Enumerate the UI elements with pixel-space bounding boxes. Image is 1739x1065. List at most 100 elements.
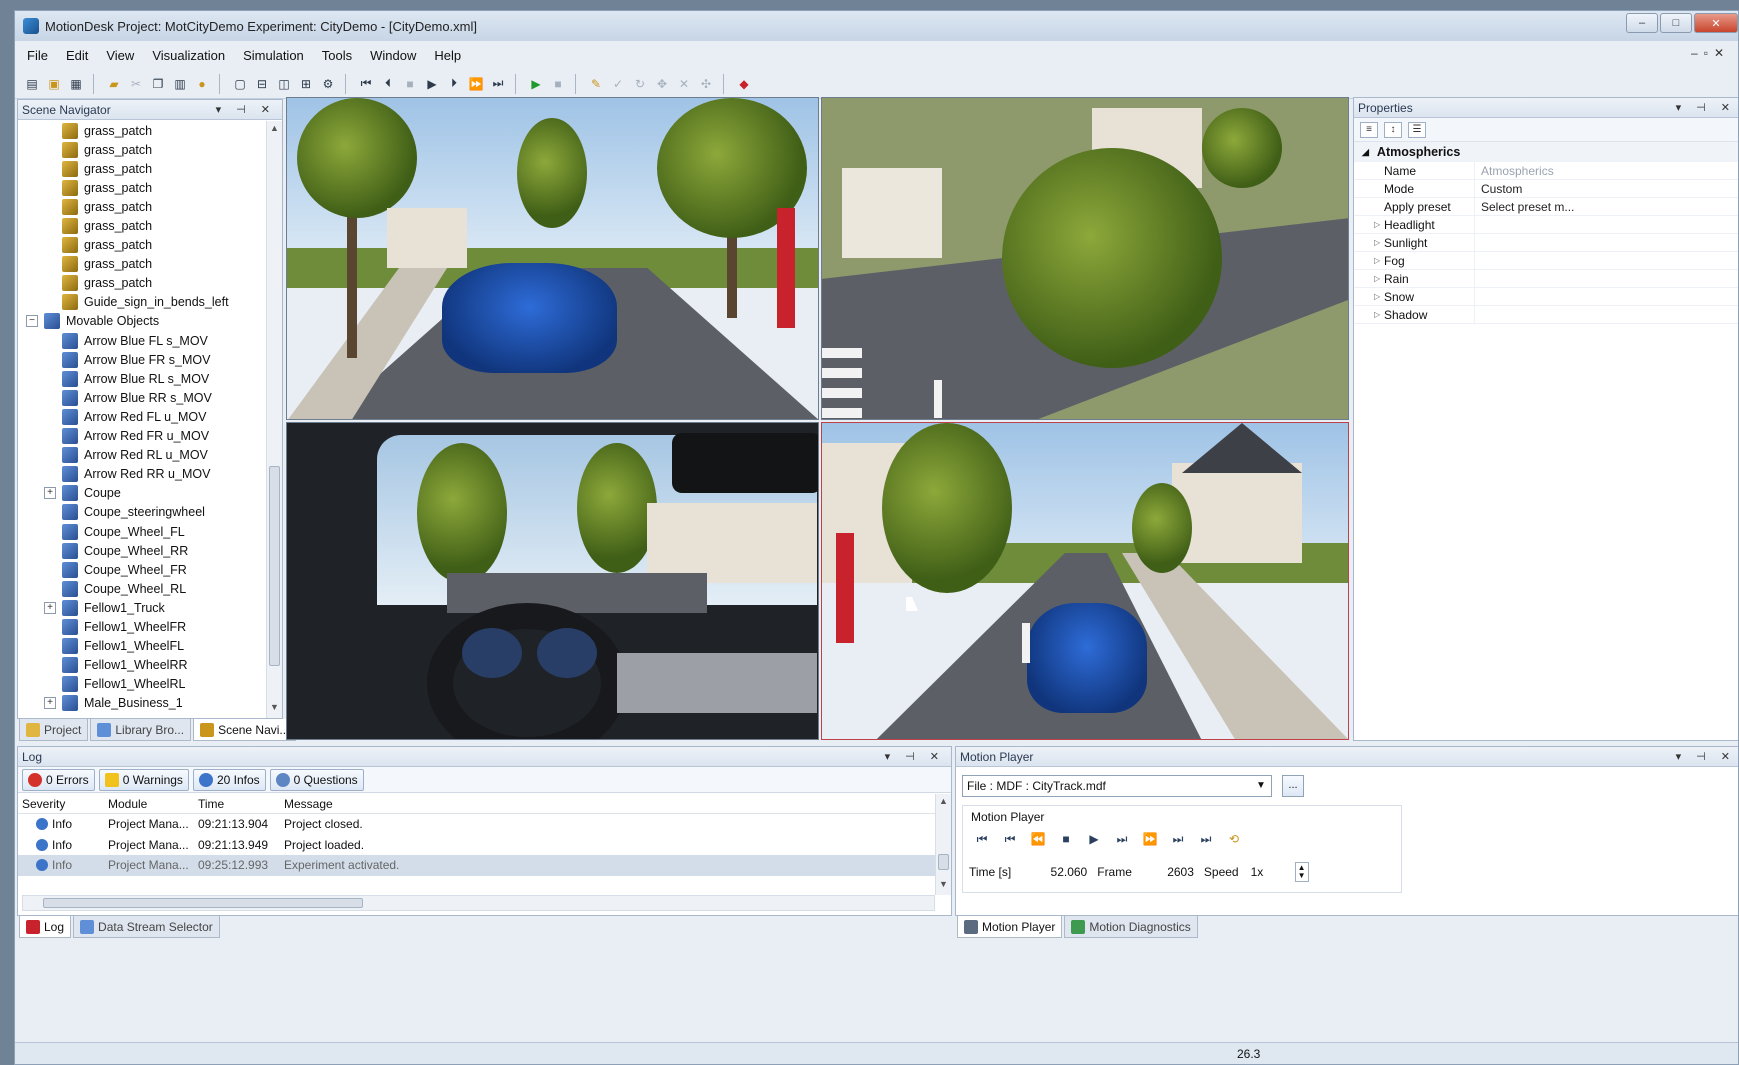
tree-item[interactable]: grass_patch [18,178,268,197]
tree-item[interactable]: Arrow Red RL u_MOV [18,446,268,465]
log-scrollbar[interactable]: ▲ ▼ [935,794,951,895]
expand-icon[interactable]: ▷ [1374,238,1380,247]
property-row[interactable]: ▷ Fog [1354,252,1738,270]
stop-icon[interactable]: ■ [1057,830,1075,848]
step-back-icon[interactable]: ⏴ [379,75,397,93]
tree-item[interactable]: Arrow Blue FR s_MOV [18,350,268,369]
paste-icon[interactable]: ▥ [171,75,189,93]
next-frame-icon[interactable]: ⏭ [1113,830,1131,848]
tab-library-browser[interactable]: Library Bro... [90,719,192,741]
transform-icon[interactable]: ✣ [697,75,715,93]
help-icon[interactable]: ● [193,75,211,93]
tree-item[interactable]: grass_patch [18,274,268,293]
layout-custom-icon[interactable]: ⚙ [319,75,337,93]
motion-file-select[interactable]: File : MDF : CityTrack.mdf ▼ [962,775,1272,797]
expand-icon[interactable]: ▷ [1374,220,1380,229]
tree-item[interactable]: Coupe_Wheel_RR [18,541,268,560]
tree-item[interactable]: Arrow Red FR u_MOV [18,427,268,446]
tree-item[interactable]: grass_patch [18,159,268,178]
play-icon[interactable]: ▶ [1085,830,1103,848]
collapse-icon[interactable]: − [26,315,38,328]
expand-icon[interactable]: + [44,601,56,614]
save-icon[interactable]: ▦ [67,75,85,93]
rewind-icon[interactable]: ⏪ [1029,830,1047,848]
expand-icon[interactable]: ▷ [1374,274,1380,283]
warnings-filter-button[interactable]: 0 Warnings [98,768,189,791]
scroll-down-icon[interactable]: ▼ [267,702,282,716]
log-horizontal-scrollbar[interactable] [22,895,935,911]
panel-controls[interactable]: ▾ ⊣ ✕ [216,103,276,116]
scale-icon[interactable]: ✕ [675,75,693,93]
scroll-up-icon[interactable]: ▲ [936,796,951,810]
tree-item[interactable]: Arrow Blue RL s_MOV [18,369,268,388]
tree-item[interactable]: Coupe_Wheel_FR [18,560,268,579]
skip-to-end-icon[interactable]: ⏭ [1197,830,1215,848]
tree-item[interactable]: + Male_Business_1 [18,694,268,713]
tree-item[interactable]: Arrow Blue FL s_MOV [18,331,268,350]
tree-item[interactable]: − Movable Objects [18,312,268,331]
tree-item[interactable]: Arrow Red FL u_MOV [18,407,268,426]
minimize-button[interactable]: – [1626,13,1658,33]
tree-item[interactable]: grass_patch [18,197,268,216]
fast-forward-icon[interactable]: ⏩ [1141,830,1159,848]
expand-icon[interactable]: + [44,487,56,500]
property-value[interactable] [1474,288,1738,305]
property-row[interactable]: ▷ Headlight [1354,216,1738,234]
tree-item[interactable]: Arrow Blue RR s_MOV [18,388,268,407]
viewport-chase-camera[interactable] [286,97,819,420]
layout-single-icon[interactable]: ▢ [231,75,249,93]
skip-to-start-icon[interactable]: ⏮ [973,830,991,848]
tree-item[interactable]: Arrow Red RR u_MOV [18,465,268,484]
alphabetical-view-icon[interactable]: ↕ [1384,121,1402,138]
property-value[interactable] [1474,252,1738,269]
open-folder-icon[interactable]: ▰ [105,75,123,93]
expand-icon[interactable]: ▷ [1374,256,1380,265]
tree-item[interactable]: + Coupe [18,484,268,503]
skip-forward-icon[interactable]: ⏭ [1169,830,1187,848]
mdi-controls[interactable]: –▫✕ [1691,46,1730,60]
column-severity[interactable]: Severity [18,797,108,811]
time-value[interactable]: 52.060 [1017,865,1091,879]
layout-split-horizontal-icon[interactable]: ⊟ [253,75,271,93]
fast-forward-icon[interactable]: ⏩ [467,75,485,93]
property-value[interactable] [1474,216,1738,233]
infos-filter-button[interactable]: 20 Infos [192,768,266,791]
menu-window[interactable]: Window [370,48,416,63]
start-simulation-icon[interactable]: ▶ [527,75,545,93]
tree-item[interactable]: grass_patch [18,255,268,274]
categorized-view-icon[interactable]: ≡ [1360,121,1378,138]
tree-item[interactable]: Fellow1_WheelFL [18,637,268,656]
pencil-icon[interactable]: ✎ [587,75,605,93]
open-project-icon[interactable]: ▣ [45,75,63,93]
tree-item[interactable]: grass_patch [18,236,268,255]
scroll-down-icon[interactable]: ▼ [936,879,951,893]
property-row[interactable]: ▷ Shadow [1354,306,1738,324]
menu-visualization[interactable]: Visualization [152,48,225,63]
menu-file[interactable]: File [27,48,48,63]
scroll-up-icon[interactable]: ▲ [267,123,282,137]
tree-item[interactable]: Coupe_steeringwheel [18,503,268,522]
copy-icon[interactable]: ❐ [149,75,167,93]
play-icon[interactable]: ▶ [423,75,441,93]
tree-item[interactable]: Coupe_Wheel_FL [18,522,268,541]
record-icon[interactable]: ◆ [735,75,753,93]
browse-button[interactable]: ... [1282,775,1304,797]
expand-icon[interactable]: + [44,697,56,710]
property-pages-icon[interactable]: ☰ [1408,121,1426,138]
tree-item[interactable]: Fellow1_WheelRR [18,656,268,675]
maximize-button[interactable]: □ [1660,13,1692,33]
speed-value[interactable]: 1x [1245,865,1289,879]
loop-icon[interactable]: ⟲ [1225,830,1243,848]
menu-edit[interactable]: Edit [66,48,88,63]
frame-value[interactable]: 2603 [1138,865,1198,879]
tree-item[interactable]: Fellow1_WheelRL [18,675,268,694]
layout-split-vertical-icon[interactable]: ◫ [275,75,293,93]
skip-start-icon[interactable]: ⏮ [357,75,375,93]
new-icon[interactable]: ▤ [23,75,41,93]
errors-filter-button[interactable]: 0 Errors [22,768,95,791]
tab-motion-player[interactable]: Motion Player [957,916,1063,938]
property-value[interactable] [1474,306,1738,323]
collapse-icon[interactable]: ◢ [1362,147,1369,158]
speed-stepper-icon[interactable]: ▲ ▼ [1294,862,1309,882]
tree-item[interactable]: Guide_sign_in_bends_left [18,293,268,312]
